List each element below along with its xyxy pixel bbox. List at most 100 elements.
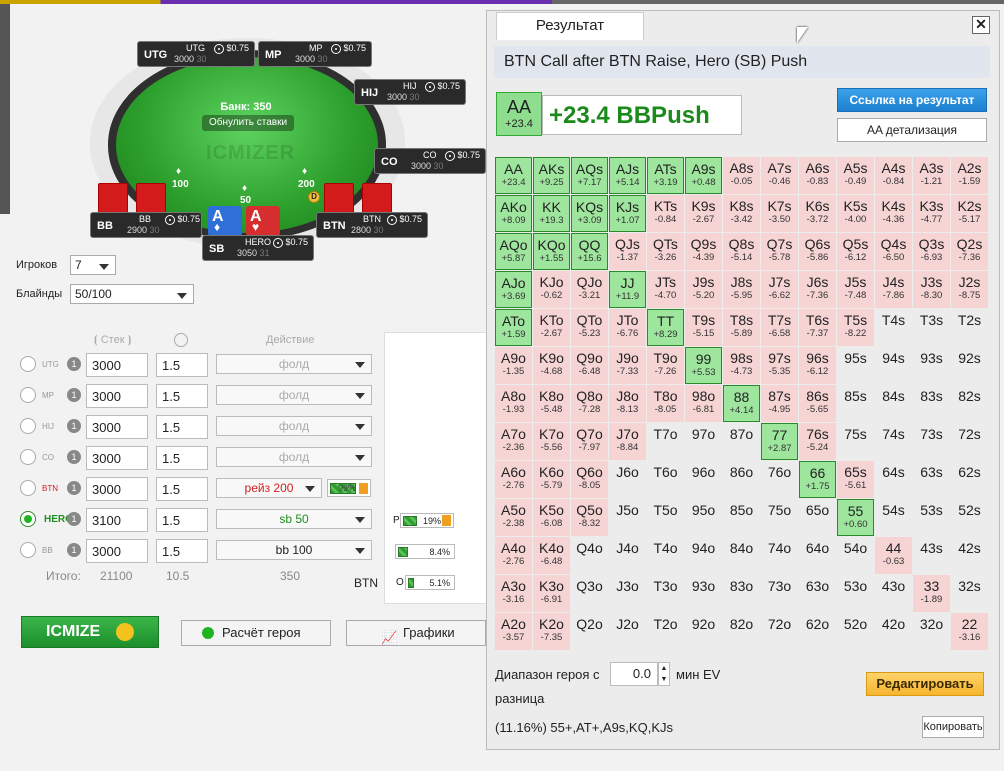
hand-cell[interactable]: 98s -4.73 xyxy=(723,347,760,384)
hand-cell[interactable]: J8o -8.13 xyxy=(609,385,646,422)
hand-cell[interactable]: 93s xyxy=(913,347,950,384)
hand-cell[interactable]: K4o -6.48 xyxy=(533,537,570,574)
hand-cell[interactable]: 95o xyxy=(685,499,722,536)
hand-cell[interactable]: KQs +3.09 xyxy=(571,195,608,232)
hand-cell[interactable]: 44 -0.63 xyxy=(875,537,912,574)
hand-cell[interactable]: 82s xyxy=(951,385,988,422)
hand-cell[interactable]: 54s xyxy=(875,499,912,536)
hand-cell[interactable]: K6s -3.72 xyxy=(799,195,836,232)
hand-cell[interactable]: 73s xyxy=(913,423,950,460)
hand-cell[interactable]: J3o xyxy=(609,575,646,612)
player-radio[interactable] xyxy=(20,418,36,434)
hand-cell[interactable]: Q3s -6.93 xyxy=(913,233,950,270)
hand-cell[interactable]: A9o -1.35 xyxy=(495,347,532,384)
charts-button[interactable]: 📈 Графики xyxy=(346,620,486,646)
hand-cell[interactable]: J5o xyxy=(609,499,646,536)
hand-cell[interactable]: 62o xyxy=(799,613,836,650)
range-box-2[interactable]: 5.1% xyxy=(405,575,455,590)
hand-cell[interactable]: K5o -6.08 xyxy=(533,499,570,536)
hand-cell[interactable]: T7o xyxy=(647,423,684,460)
hand-cell[interactable]: 82o xyxy=(723,613,760,650)
action-select[interactable]: фолд xyxy=(216,447,372,467)
hand-cell[interactable]: 76s -5.24 xyxy=(799,423,836,460)
seat-hij[interactable]: HIJ HIJ 3000 30 $0.75 xyxy=(354,79,466,105)
hand-cell[interactable]: 53o xyxy=(837,575,874,612)
hand-cell[interactable]: J4o xyxy=(609,537,646,574)
hand-cell[interactable]: 94o xyxy=(685,537,722,574)
hand-cell[interactable]: ATs +3.19 xyxy=(647,157,684,194)
hand-cell[interactable]: 87s -4.95 xyxy=(761,385,798,422)
hand-cell[interactable]: 85s xyxy=(837,385,874,422)
hand-cell[interactable]: JJ +11.9 xyxy=(609,271,646,308)
hand-cell[interactable]: 86s -5.65 xyxy=(799,385,836,422)
blinds-select[interactable]: 50/100 xyxy=(70,284,194,304)
seat-hero[interactable]: SB HERO 3050 31 $0.75 xyxy=(202,235,314,261)
hand-cell[interactable]: 96s -6.12 xyxy=(799,347,836,384)
hand-cell[interactable]: T2o xyxy=(647,613,684,650)
hand-cell[interactable]: 96o xyxy=(685,461,722,498)
action-select[interactable]: sb 50 xyxy=(216,509,372,529)
hand-cell[interactable]: K6o -5.79 xyxy=(533,461,570,498)
hand-cell[interactable]: K4s -4.36 xyxy=(875,195,912,232)
hand-cell[interactable]: A7s -0.46 xyxy=(761,157,798,194)
hand-cell[interactable]: 92o xyxy=(685,613,722,650)
hand-cell[interactable]: 43s xyxy=(913,537,950,574)
hand-cell[interactable]: J3s -8.30 xyxy=(913,271,950,308)
hand-cell[interactable]: T5o xyxy=(647,499,684,536)
hand-cell[interactable]: KQo +1.55 xyxy=(533,233,570,270)
hand-cell[interactable]: J7s -6.62 xyxy=(761,271,798,308)
hand-cell[interactable]: A2o -3.57 xyxy=(495,613,532,650)
hand-cell[interactable]: AQs +7.17 xyxy=(571,157,608,194)
hand-cell[interactable]: ATo +1.59 xyxy=(495,309,532,346)
hand-cell[interactable]: T3o xyxy=(647,575,684,612)
seat-btn[interactable]: BTN BTN 2800 30 $0.75 xyxy=(316,212,428,238)
hand-cell[interactable]: T7s -6.58 xyxy=(761,309,798,346)
hand-cell[interactable]: KJo -0.62 xyxy=(533,271,570,308)
hand-cell[interactable]: J2s -8.75 xyxy=(951,271,988,308)
hand-cell[interactable]: 83s xyxy=(913,385,950,422)
bounty-input[interactable]: 1.5 xyxy=(156,539,208,563)
hand-cell[interactable]: 66 +1.75 xyxy=(799,461,836,498)
hand-cell[interactable]: A6o -2.76 xyxy=(495,461,532,498)
hand-cell[interactable]: 74o xyxy=(761,537,798,574)
hand-cell[interactable]: Q4o xyxy=(571,537,608,574)
action-select[interactable]: фолд xyxy=(216,385,372,405)
hand-cell[interactable]: 32o xyxy=(913,613,950,650)
stack-input[interactable]: 3000 xyxy=(86,415,148,439)
hand-cell[interactable]: 87o xyxy=(723,423,760,460)
hand-cell[interactable]: J7o -8.84 xyxy=(609,423,646,460)
hand-cell[interactable]: 94s xyxy=(875,347,912,384)
stack-input[interactable]: 3000 xyxy=(86,446,148,470)
hand-cell[interactable]: J5s -7.48 xyxy=(837,271,874,308)
hand-cell[interactable]: AJs +5.14 xyxy=(609,157,646,194)
hand-cell[interactable]: 75s xyxy=(837,423,874,460)
hand-cell[interactable]: 32s xyxy=(951,575,988,612)
hand-cell[interactable]: 77 +2.87 xyxy=(761,423,798,460)
hand-cell[interactable]: 55 +0.60 xyxy=(837,499,874,536)
hand-cell[interactable]: 85o xyxy=(723,499,760,536)
hand-cell[interactable]: AKs +9.25 xyxy=(533,157,570,194)
player-radio[interactable] xyxy=(20,480,36,496)
player-radio[interactable] xyxy=(20,542,36,558)
hand-cell[interactable]: AJo +3.69 xyxy=(495,271,532,308)
hand-cell[interactable]: Q3o xyxy=(571,575,608,612)
hand-cell[interactable]: Q5s -6.12 xyxy=(837,233,874,270)
hand-cell[interactable]: 22 -3.16 xyxy=(951,613,988,650)
copy-button[interactable]: Копировать xyxy=(922,716,984,738)
hand-cell[interactable]: K3s -4.77 xyxy=(913,195,950,232)
hand-cell[interactable]: Q6s -5.86 xyxy=(799,233,836,270)
hand-cell[interactable]: K5s -4.00 xyxy=(837,195,874,232)
hand-cell[interactable]: K2s -5.17 xyxy=(951,195,988,232)
hand-cell[interactable]: J2o xyxy=(609,613,646,650)
tab-result[interactable]: Результат xyxy=(496,12,644,40)
stack-input[interactable]: 3000 xyxy=(86,353,148,377)
seat-bb[interactable]: BB BB 2900 30 $0.75 xyxy=(90,212,202,238)
hand-cell[interactable]: AA +23.4 xyxy=(495,157,532,194)
player-radio[interactable] xyxy=(20,387,36,403)
hand-cell[interactable]: A3o -3.16 xyxy=(495,575,532,612)
hand-cell[interactable]: JTo -6.76 xyxy=(609,309,646,346)
seat-mp[interactable]: MP MP 3000 30 $0.75 xyxy=(258,41,372,67)
hand-cell[interactable]: Q2s -7.36 xyxy=(951,233,988,270)
hand-cell[interactable]: K8o -5.48 xyxy=(533,385,570,422)
seat-utg[interactable]: UTG UTG 3000 30 $0.75 xyxy=(137,41,255,67)
